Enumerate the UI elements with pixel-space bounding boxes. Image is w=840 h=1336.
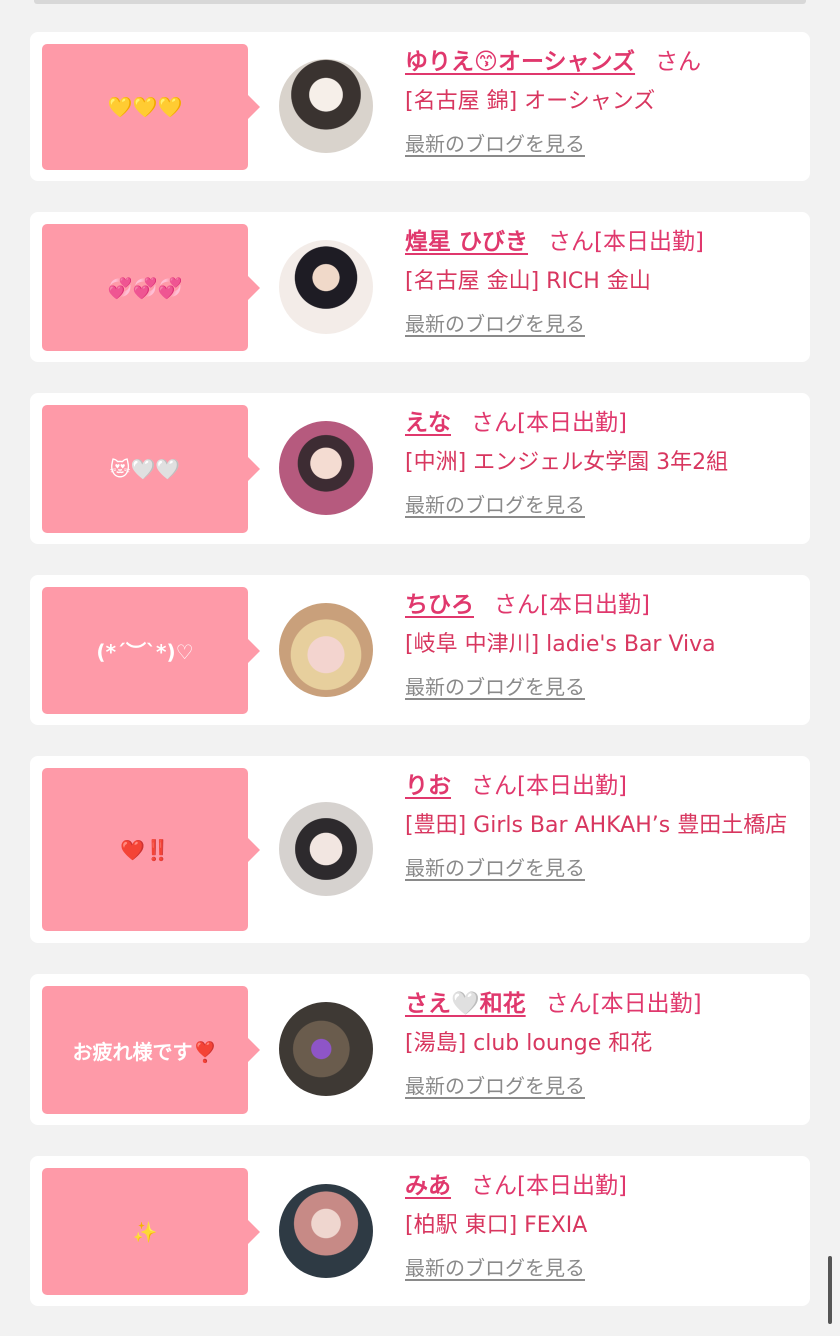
status-label: [本日出勤]: [517, 410, 627, 436]
message-bubble[interactable]: お疲れ様です❣️: [42, 986, 260, 1114]
name-line: 煌星 ひびき さん[本日出勤]: [405, 226, 796, 258]
status-label: [本日出勤]: [594, 229, 704, 255]
cast-name-link[interactable]: さえ🤍和花: [405, 991, 526, 1017]
post-info: えな さん[本日出勤] [中洲] エンジェル女学園 3年2組 最新のブログを見る: [405, 407, 796, 518]
message-text: お疲れ様です❣️: [72, 1039, 218, 1064]
list-item: (*´︶`*)♡ ちひろ さん[本日出勤] [岐阜 中津川] ladie's Ba…: [30, 575, 810, 725]
list-item: ❤️‼️ りお さん[本日出勤] [豊田] Girls Bar AHKAH’s 豊…: [30, 756, 810, 943]
cast-name-link[interactable]: ちひろ: [405, 592, 474, 618]
honorific: さん: [471, 773, 517, 799]
list-item: お疲れ様です❣️ さえ🤍和花 さん[本日出勤] [湯島] club lounge …: [30, 974, 810, 1125]
shop-name: [湯島] club lounge 和花: [405, 1031, 653, 1056]
name-line: りお さん[本日出勤]: [405, 770, 796, 802]
avatar[interactable]: [279, 603, 373, 697]
list-item: 💛💛💛 ゆりえ😙オーシャンズ さん [名古屋 錦] オーシャンズ 最新のブログを見…: [30, 32, 810, 181]
post-info: りお さん[本日出勤] [豊田] Girls Bar AHKAH’s 豊田土橋店 …: [405, 770, 796, 881]
blog-post-list: 💛💛💛 ゆりえ😙オーシャンズ さん [名古屋 錦] オーシャンズ 最新のブログを見…: [30, 32, 810, 1306]
message-text: ✨: [132, 1219, 158, 1244]
latest-blog-link[interactable]: 最新のブログを見る: [405, 1070, 585, 1099]
name-line: えな さん[本日出勤]: [405, 407, 796, 439]
scrollbar[interactable]: [828, 1256, 832, 1324]
honorific: さん: [655, 49, 702, 75]
message-bubble[interactable]: 💛💛💛: [42, 44, 260, 170]
message-bubble[interactable]: 💞💞💞: [42, 224, 260, 351]
latest-blog-link[interactable]: 最新のブログを見る: [405, 489, 585, 518]
list-item: ✨ みあ さん[本日出勤] [柏駅 東口] FEXIA 最新のブログを見る: [30, 1156, 810, 1306]
name-line: みあ さん[本日出勤]: [405, 1170, 796, 1202]
honorific: さん: [494, 592, 540, 618]
name-line: ゆりえ😙オーシャンズ さん: [405, 46, 796, 78]
status-label: [本日出勤]: [591, 991, 702, 1017]
status-label: [本日出勤]: [540, 592, 650, 618]
honorific: さん: [471, 410, 517, 436]
cast-name-link[interactable]: ゆりえ😙オーシャンズ: [405, 49, 635, 75]
post-info: 煌星 ひびき さん[本日出勤] [名古屋 金山] RICH 金山 最新のブログを見…: [405, 226, 796, 337]
list-item: 💞💞💞 煌星 ひびき さん[本日出勤] [名古屋 金山] RICH 金山 最新のブ…: [30, 212, 810, 362]
message-text: ❤️‼️: [120, 837, 170, 862]
shop-name: [岐阜 中津川] ladie's Bar Viva: [405, 632, 716, 657]
shop-name: [柏駅 東口] FEXIA: [405, 1213, 588, 1238]
status-label: [本日出勤]: [517, 1173, 627, 1199]
message-bubble[interactable]: 😻🤍🤍: [42, 405, 260, 533]
message-bubble[interactable]: ❤️‼️: [42, 768, 260, 931]
message-text: 💛💛💛: [107, 95, 183, 119]
honorific: さん: [548, 229, 595, 255]
cast-name-link[interactable]: みあ: [405, 1173, 451, 1199]
post-info: さえ🤍和花 さん[本日出勤] [湯島] club lounge 和花 最新のブログ…: [405, 988, 796, 1099]
avatar[interactable]: [279, 1184, 373, 1278]
message-text: (*´︶`*)♡: [96, 640, 194, 664]
avatar[interactable]: [279, 1002, 373, 1096]
latest-blog-link[interactable]: 最新のブログを見る: [405, 671, 585, 700]
message-text: 💞💞💞: [107, 275, 183, 300]
shop-name: [中洲] エンジェル女学園 3年2組: [405, 450, 729, 475]
latest-blog-link[interactable]: 最新のブログを見る: [405, 128, 585, 157]
avatar[interactable]: [279, 802, 373, 896]
list-item: 😻🤍🤍 えな さん[本日出勤] [中洲] エンジェル女学園 3年2組 最新のブログ…: [30, 393, 810, 544]
shop-name: [名古屋 錦] オーシャンズ: [405, 89, 656, 114]
name-line: ちひろ さん[本日出勤]: [405, 589, 796, 621]
cast-name-link[interactable]: りお: [405, 773, 451, 799]
post-info: ゆりえ😙オーシャンズ さん [名古屋 錦] オーシャンズ 最新のブログを見る: [405, 46, 796, 157]
avatar[interactable]: [279, 59, 373, 153]
latest-blog-link[interactable]: 最新のブログを見る: [405, 308, 585, 337]
name-line: さえ🤍和花 さん[本日出勤]: [405, 988, 796, 1020]
shop-name: [豊田] Girls Bar AHKAH’s 豊田土橋店: [405, 813, 788, 838]
avatar[interactable]: [279, 421, 373, 515]
shop-name: [名古屋 金山] RICH 金山: [405, 269, 651, 294]
top-scroll-edge: [34, 0, 806, 4]
status-label: [本日出勤]: [517, 773, 627, 799]
latest-blog-link[interactable]: 最新のブログを見る: [405, 852, 585, 881]
latest-blog-link[interactable]: 最新のブログを見る: [405, 1252, 585, 1281]
honorific: さん: [545, 991, 592, 1017]
post-info: ちひろ さん[本日出勤] [岐阜 中津川] ladie's Bar Viva 最新…: [405, 589, 796, 700]
avatar[interactable]: [279, 240, 373, 334]
cast-name-link[interactable]: えな: [405, 410, 451, 436]
message-bubble[interactable]: (*´︶`*)♡: [42, 587, 260, 714]
post-info: みあ さん[本日出勤] [柏駅 東口] FEXIA 最新のブログを見る: [405, 1170, 796, 1281]
honorific: さん: [471, 1173, 517, 1199]
message-bubble[interactable]: ✨: [42, 1168, 260, 1295]
message-text: 😻🤍🤍: [109, 457, 181, 481]
cast-name-link[interactable]: 煌星 ひびき: [405, 229, 528, 255]
